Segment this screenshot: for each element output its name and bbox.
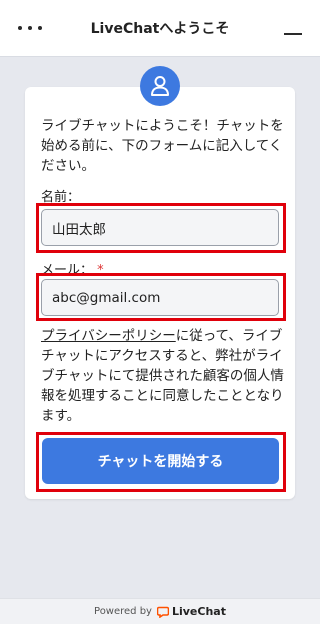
brand-name: LiveChat [171,605,226,618]
name-field[interactable]: 山田太郎 [41,209,279,246]
minimize-icon[interactable] [282,18,304,38]
user-icon [140,66,180,106]
footer: Powered by LiveChat [0,598,320,624]
livechat-link[interactable]: LiveChat [156,605,226,618]
chat-header: LiveChatへようこそ [0,0,320,57]
email-field[interactable]: abc@gmail.com [41,279,279,316]
privacy-policy-link[interactable]: プライバシーポリシー [41,328,176,344]
privacy-notice: プライバシーポリシーに従って、ライブチャットにアクセスすると、弊社がライブチャッ… [41,326,285,426]
start-chat-button[interactable]: チャットを開始する [42,438,279,484]
livechat-logo-icon [156,606,169,618]
email-field-value: abc@gmail.com [52,289,161,306]
header-title: LiveChatへようこそ [90,21,230,37]
intro-text: ライブチャットにようこそ！チャットを始める前に、下のフォームに記入してください。 [41,118,284,174]
name-field-value: 山田太郎 [52,221,106,238]
powered-by-text: Powered by [94,606,152,617]
